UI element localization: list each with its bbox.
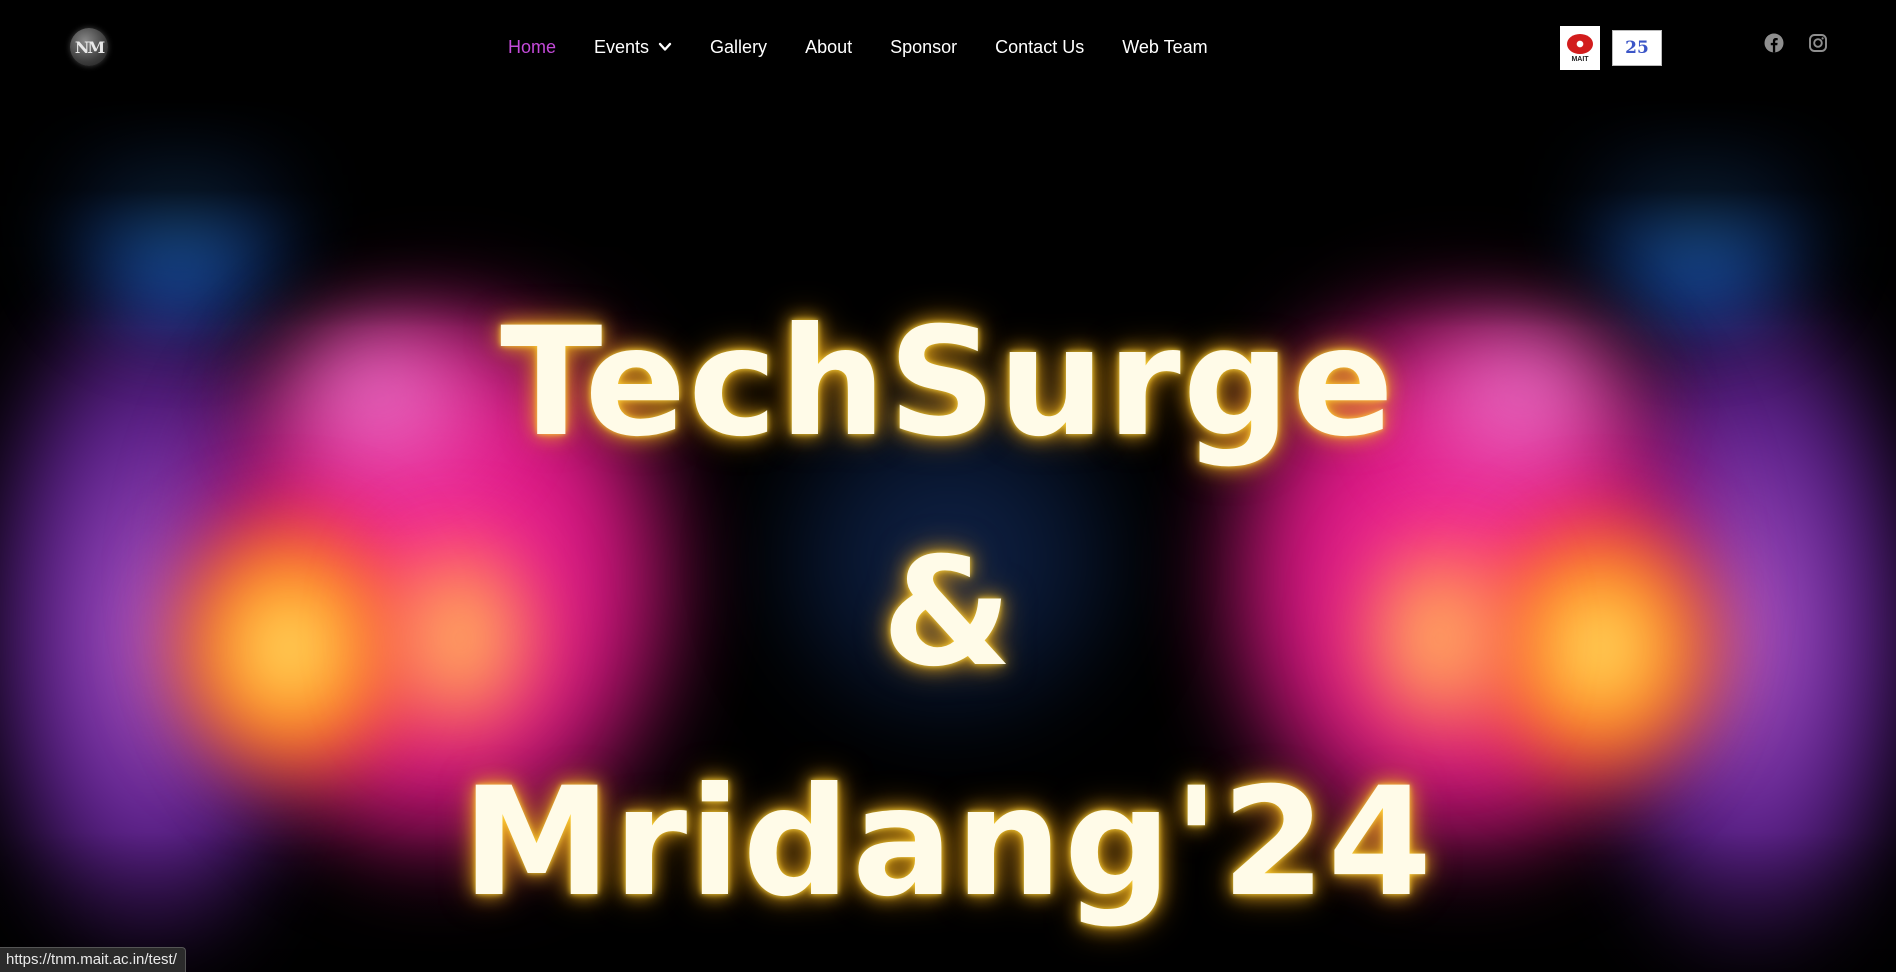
nav-item-events-label: Events bbox=[594, 36, 650, 57]
nav-item-contact-us[interactable]: Contact Us bbox=[995, 37, 1084, 58]
nav-item-gallery[interactable]: Gallery bbox=[710, 37, 767, 58]
nav-item-home-label: Home bbox=[508, 36, 557, 57]
nav-item-sponsor-label: Sponsor bbox=[890, 36, 958, 57]
nav-item-about[interactable]: About bbox=[805, 37, 852, 58]
site-logo-mark: NM bbox=[74, 37, 105, 57]
chevron-down-icon bbox=[658, 42, 672, 51]
hero-title: TechSurge & Mridang'24 bbox=[0, 268, 1896, 958]
nav-item-home[interactable]: Home bbox=[508, 37, 556, 58]
25-years-logo: 25 bbox=[1612, 30, 1662, 66]
partner-logos: MAIT 25 bbox=[1560, 26, 1662, 70]
nav-item-web-team-label: Web Team bbox=[1122, 36, 1208, 57]
mait-logo: MAIT bbox=[1560, 26, 1600, 70]
site-logo[interactable]: NM bbox=[70, 28, 108, 66]
instagram-icon[interactable] bbox=[1808, 33, 1828, 53]
status-url: https://tnm.mait.ac.in/test/ bbox=[0, 947, 186, 972]
hero-title-line-2: & bbox=[881, 526, 1015, 700]
hero-title-line-1: TechSurge bbox=[500, 296, 1396, 470]
social-links bbox=[1764, 33, 1828, 53]
nav-item-web-team[interactable]: Web Team bbox=[1122, 37, 1207, 58]
nav-item-gallery-label: Gallery bbox=[710, 36, 768, 57]
nav-menu: Home Events Gallery About Sponsor Contac… bbox=[508, 0, 1246, 94]
facebook-icon[interactable] bbox=[1764, 33, 1784, 53]
nav-item-events[interactable]: Events bbox=[594, 37, 672, 58]
mait-logo-text: MAIT bbox=[1571, 55, 1589, 63]
navbar: NM Home Events Gallery About Sponsor Con… bbox=[0, 0, 1896, 94]
nav-item-sponsor[interactable]: Sponsor bbox=[890, 37, 957, 58]
page: NM Home Events Gallery About Sponsor Con… bbox=[0, 0, 1896, 972]
nav-item-contact-us-label: Contact Us bbox=[995, 36, 1085, 57]
nav-item-about-label: About bbox=[805, 36, 853, 57]
hero-title-line-3: Mridang'24 bbox=[461, 756, 1435, 930]
25-years-logo-text: 25 bbox=[1625, 38, 1649, 58]
mait-emblem-icon bbox=[1567, 33, 1593, 54]
